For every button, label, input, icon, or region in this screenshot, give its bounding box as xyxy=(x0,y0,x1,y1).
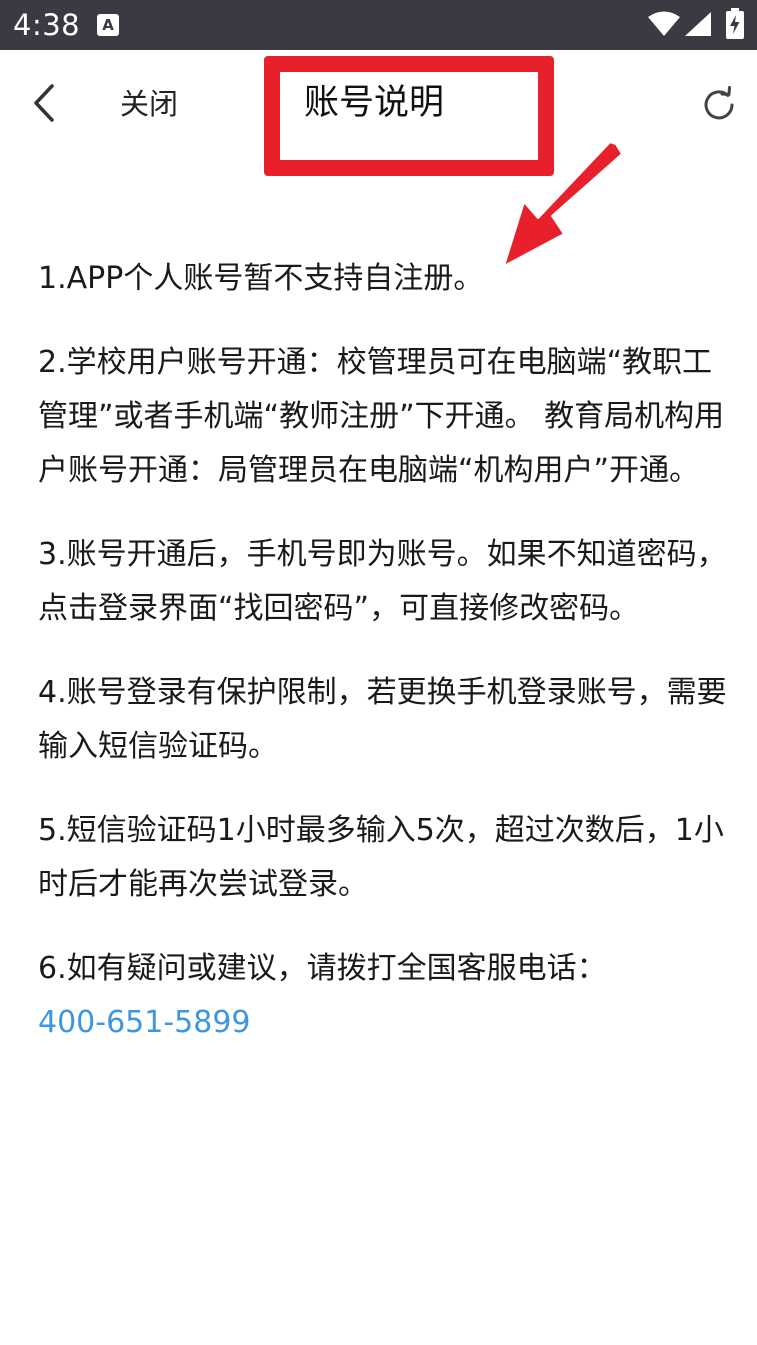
info-paragraph-5: 5.短信验证码1小时最多输入5次，超过次数后，1小时后才能再次尝试登录。 xyxy=(38,813,724,902)
status-time: 4:38 xyxy=(13,8,81,42)
back-chevron-icon[interactable] xyxy=(24,78,68,128)
battery-charging-icon xyxy=(726,8,744,39)
info-paragraph-6-text: 6.如有疑问或建议，请拨打全国客服电话： xyxy=(38,951,607,986)
info-paragraph-3: 3.账号开通后，手机号即为账号。如果不知道密码，点击登录界面“找回密码”，可直接… xyxy=(38,537,727,626)
notification-a-icon: A xyxy=(97,14,119,36)
info-paragraph-6: 6.如有疑问或建议，请拨打全国客服电话： 400-651-5899 xyxy=(38,942,728,1050)
account-info-content: 1.APP个人账号暂不支持自注册。 2.学校用户账号开通：校管理员可在电脑端“教… xyxy=(38,252,728,1050)
customer-service-phone-link[interactable]: 400-651-5899 xyxy=(38,996,728,1050)
wifi-icon xyxy=(648,11,680,36)
close-button[interactable]: 关闭 xyxy=(120,84,178,124)
info-paragraph-4: 4.账号登录有保护限制，若更换手机登录账号，需要输入短信验证码。 xyxy=(38,675,727,764)
navigation-header: 关闭 账号说明 xyxy=(0,50,757,160)
signal-icon xyxy=(685,12,711,36)
refresh-icon[interactable] xyxy=(698,84,740,126)
notification-a-letter: A xyxy=(102,16,114,34)
info-paragraph-1: 1.APP个人账号暂不支持自注册。 xyxy=(38,261,484,296)
page-title: 账号说明 xyxy=(304,83,445,123)
status-bar: 4:38 A xyxy=(0,0,757,50)
info-paragraph-2: 2.学校用户账号开通：校管理员可在电脑端“教职工管理”或者手机端“教师注册”下开… xyxy=(38,345,725,488)
